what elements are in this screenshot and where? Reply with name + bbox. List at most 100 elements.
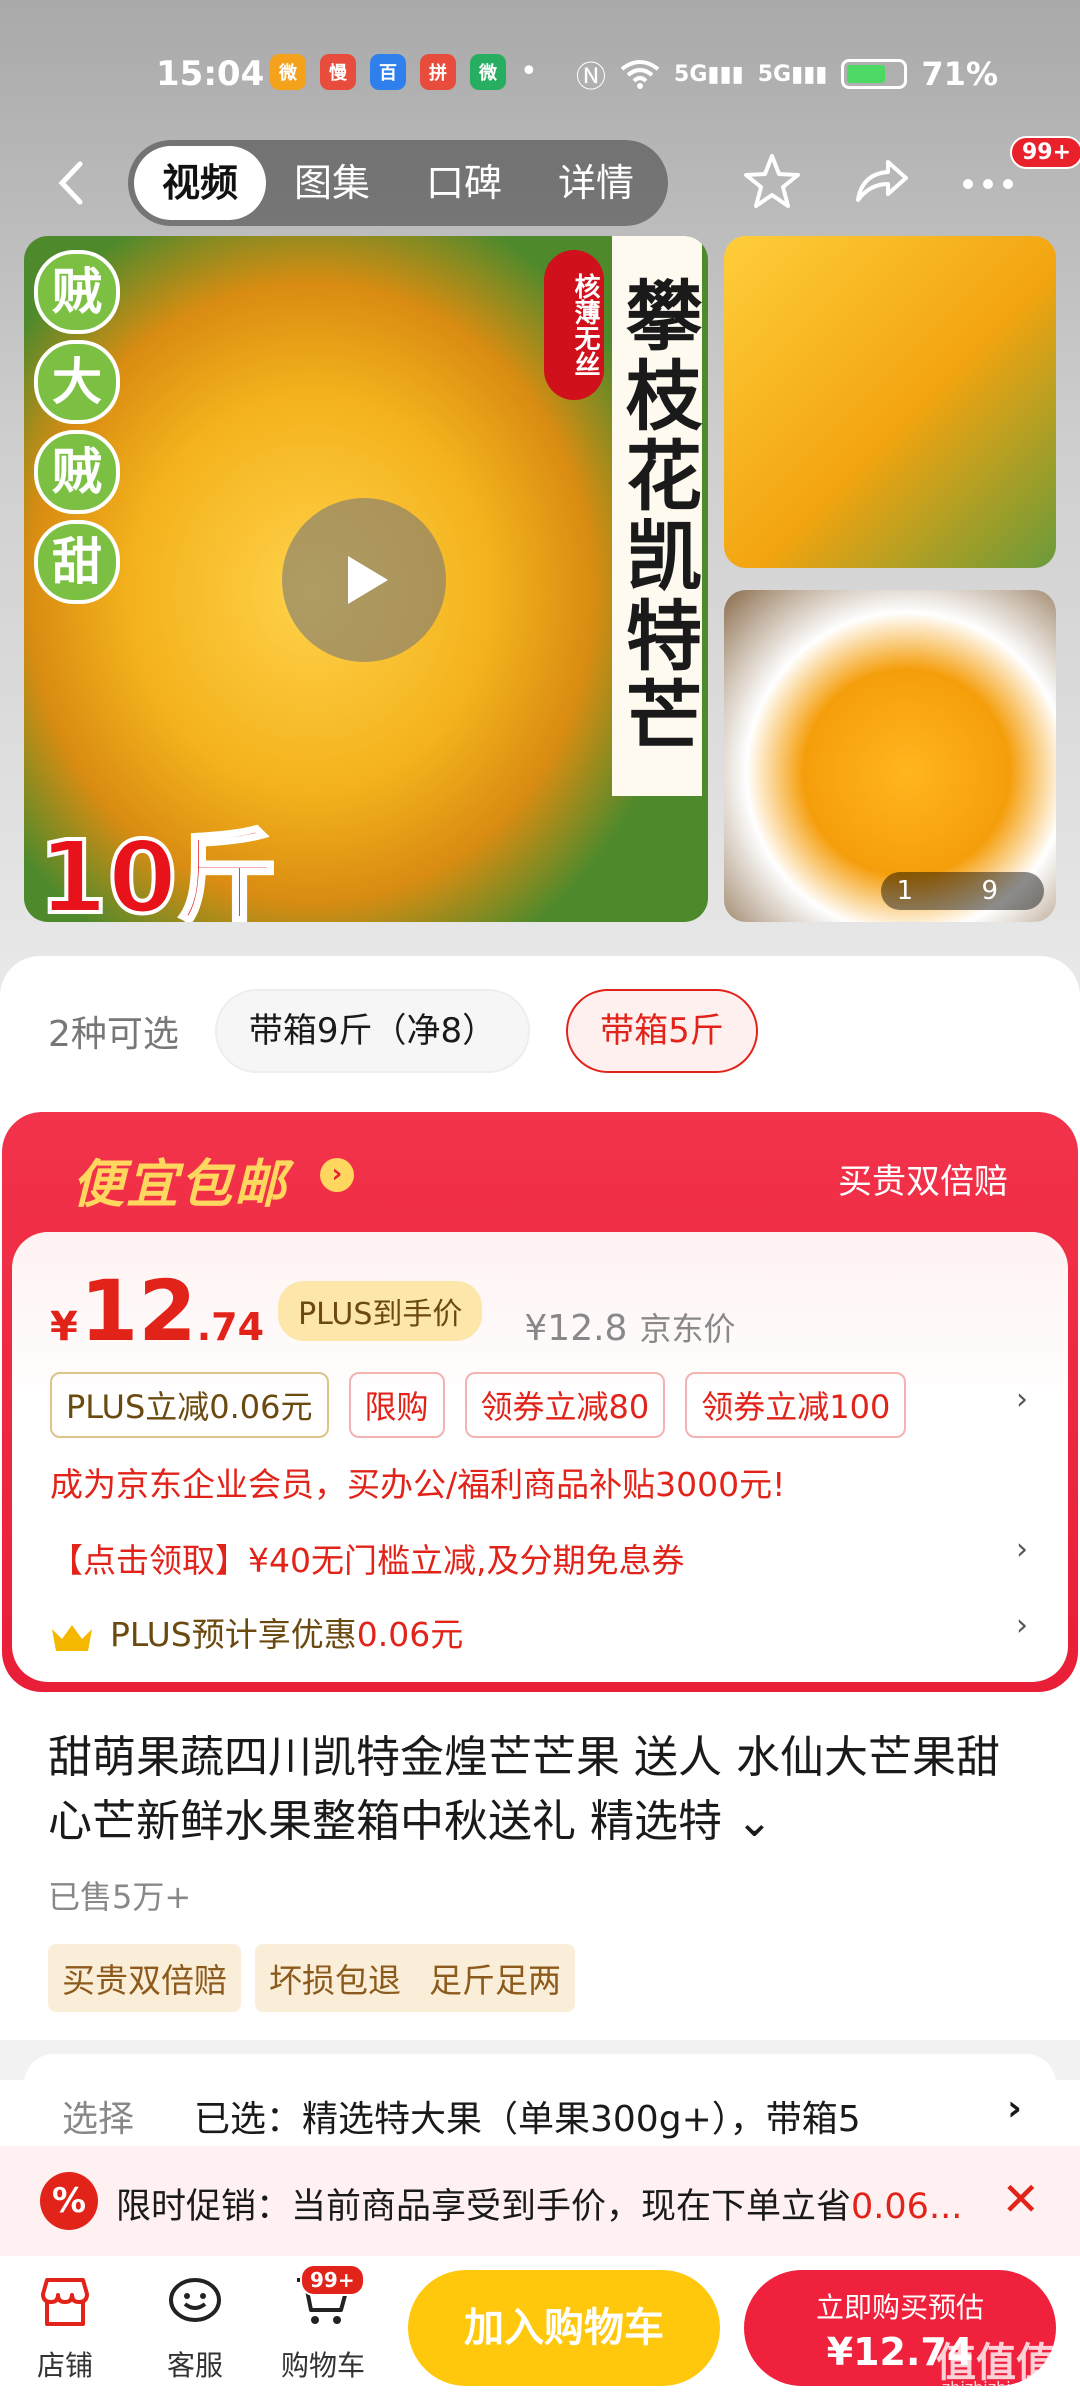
thin-pit-badge: 核薄无丝 bbox=[544, 250, 604, 400]
service-tag: 足斤足两 bbox=[429, 1961, 561, 2000]
badge-char: 贼 bbox=[34, 430, 120, 514]
plus-benefit-text: PLUS预计享优惠 bbox=[110, 1615, 357, 1654]
variant-option[interactable]: 带箱9斤（净8） bbox=[214, 989, 531, 1073]
flash-sale-saving: 0.06... bbox=[851, 2187, 963, 2227]
baidu-icon: 百 bbox=[370, 54, 406, 90]
chevron-right-icon[interactable]: › bbox=[1016, 1382, 1028, 1417]
plus-discount-tag: PLUS立减0.06元 bbox=[50, 1372, 329, 1438]
coupon-claim-line[interactable]: 【点击领取】¥40无门槛立减,及分期免息券 bbox=[50, 1534, 684, 1582]
status-bar: 15:04 微 慢 百 拼 微 • Ⓝ 5G▮▮▮ 5G▮▮▮ 71% bbox=[0, 40, 1080, 110]
signal-5g-icon: 5G▮▮▮ bbox=[757, 61, 828, 87]
promo-panel: 便宜包邮 › 买贵双倍赔 ¥ 12 .74 PLUS到手价 ¥12.8 京东价 … bbox=[2, 1112, 1078, 1692]
page-indicator: 1 9 bbox=[880, 872, 1044, 910]
service-tag-group: 坏损包退 足斤足两 bbox=[255, 1944, 575, 2012]
enterprise-member-line[interactable]: 成为京东企业会员，买办公/福利商品补贴3000元! bbox=[50, 1458, 785, 1506]
bottom-action-bar: 店铺 客服 购物车 99+ 加入购物车 立即购买预估 ¥12.74 bbox=[0, 2256, 1080, 2400]
shop-button[interactable]: 店铺 bbox=[10, 2272, 120, 2384]
tab-details[interactable]: 详情 bbox=[530, 146, 662, 220]
customer-service-button[interactable]: 客服 bbox=[140, 2272, 250, 2384]
discount-tags[interactable]: PLUS立减0.06元 限购 领券立减80 领券立减100 bbox=[50, 1372, 907, 1438]
coupon-tag: 领券立减100 bbox=[685, 1372, 907, 1438]
service-label: 客服 bbox=[166, 2349, 223, 2382]
add-to-cart-button[interactable]: 加入购物车 bbox=[408, 2270, 720, 2386]
selected-spec: 已选：精选特大果（单果300g+），带箱5 bbox=[194, 2099, 861, 2140]
sold-count: 已售5万+ bbox=[48, 1878, 192, 1916]
main-video-thumbnail[interactable]: 贼 大 贼 甜 核薄无丝 攀枝花凯特芒 10斤 bbox=[24, 236, 708, 922]
back-button[interactable] bbox=[46, 156, 100, 210]
star-icon[interactable] bbox=[740, 150, 804, 214]
service-tags[interactable]: 买贵双倍赔 坏损包退 足斤足两 bbox=[48, 1944, 575, 2012]
tab-video[interactable]: 视频 bbox=[134, 146, 266, 220]
battery-level bbox=[847, 65, 886, 83]
product-image-title: 攀枝花凯特芒 bbox=[612, 236, 702, 796]
message-count-badge: 99+ bbox=[1010, 136, 1080, 169]
signal-5g-icon: 5G▮▮▮ bbox=[674, 61, 744, 87]
service-tag: 坏损包退 bbox=[269, 1961, 401, 2000]
select-label: 选择 bbox=[62, 2099, 135, 2140]
weight-label: 10斤 bbox=[36, 817, 279, 922]
variant-option-selected[interactable]: 带箱5斤 bbox=[566, 989, 758, 1073]
expand-icon[interactable]: ⌄ bbox=[736, 1796, 773, 1847]
share-icon[interactable] bbox=[848, 150, 912, 214]
cart-count-badge: 99+ bbox=[300, 2264, 365, 2296]
limit-tag: 限购 bbox=[348, 1372, 445, 1438]
slow-app-icon: 慢 bbox=[320, 54, 356, 90]
price-guarantee-label: 买贵双倍赔 bbox=[838, 1162, 1008, 1202]
service-tag: 买贵双倍赔 bbox=[48, 1944, 241, 2012]
chevron-right-icon[interactable]: › bbox=[1016, 1608, 1028, 1643]
shop-label: 店铺 bbox=[36, 2349, 93, 2382]
tab-gallery[interactable]: 图集 bbox=[266, 146, 398, 220]
play-button[interactable] bbox=[282, 498, 446, 662]
battery-icon bbox=[841, 59, 908, 89]
pinduoduo-icon: 拼 bbox=[420, 54, 456, 90]
promo-title[interactable]: 便宜包邮 bbox=[72, 1142, 288, 1217]
chat-icon bbox=[169, 2278, 221, 2322]
weibo-icon: 微 bbox=[270, 54, 306, 90]
flash-sale-text: 限时促销：当前商品享受到手价，现在下单立省0.06... bbox=[116, 2178, 962, 2229]
product-title[interactable]: 甜萌果蔬四川凯特金煌芒芒果 送人 水仙大芒果甜心芒新鲜水果整箱中秋送礼 精选特 … bbox=[48, 1726, 1038, 1854]
buy-now-label: 立即购买预估 bbox=[815, 2291, 984, 2324]
thumbnail-mango-cubes[interactable]: 1 9 bbox=[724, 590, 1056, 922]
chevron-right-icon: › bbox=[1007, 2088, 1022, 2129]
cart-label: 购物车 bbox=[280, 2349, 365, 2382]
price-integer: 12 bbox=[79, 1262, 197, 1360]
media-tabs: 视频 图集 口碑 详情 bbox=[128, 140, 668, 226]
variant-selector: 2种可选 带箱9斤（净8） 带箱5斤 bbox=[48, 986, 1038, 1076]
plus-price-tag: PLUS到手价 bbox=[278, 1281, 483, 1341]
watermark-url: zhizhizhi.com bbox=[941, 2378, 1050, 2397]
top-nav: 视频 图集 口碑 详情 99+ bbox=[0, 136, 1080, 226]
status-time: 15:04 bbox=[156, 54, 265, 94]
product-gallery: 贼 大 贼 甜 核薄无丝 攀枝花凯特芒 10斤 1 9 bbox=[24, 236, 1056, 922]
price-card: ¥ 12 .74 PLUS到手价 ¥12.8 京东价 PLUS立减0.06元 限… bbox=[12, 1232, 1068, 1682]
chevron-right-icon[interactable]: › bbox=[320, 1158, 354, 1192]
crown-icon bbox=[52, 1624, 92, 1651]
flash-sale-banner[interactable]: % 限时促销：当前商品享受到手价，现在下单立省0.06... ✕ bbox=[0, 2146, 1080, 2256]
plus-benefit-value: 0.06元 bbox=[356, 1615, 464, 1654]
percent-icon: % bbox=[40, 2172, 98, 2230]
currency-symbol: ¥ bbox=[50, 1304, 78, 1350]
thumbnail-cut-mango[interactable] bbox=[724, 236, 1056, 568]
badge-char: 贼 bbox=[34, 250, 120, 334]
back-arrow-icon bbox=[58, 161, 83, 205]
plus-benefit-line[interactable]: PLUS预计享优惠0.06元 bbox=[50, 1608, 463, 1656]
close-icon[interactable]: ✕ bbox=[1001, 2172, 1040, 2226]
jd-price-label: 京东价 bbox=[639, 1310, 736, 1348]
jd-price: ¥12.8 bbox=[524, 1308, 628, 1349]
product-title-text: 甜萌果蔬四川凯特金煌芒芒果 送人 水仙大芒果甜心芒新鲜水果整箱中秋送礼 精选特 bbox=[48, 1732, 1000, 1847]
status-app-icons: 微 慢 百 拼 微 • bbox=[270, 54, 538, 90]
status-indicators: Ⓝ 5G▮▮▮ 5G▮▮▮ 71% bbox=[576, 52, 998, 96]
battery-percent: 71% bbox=[921, 55, 998, 93]
badge-char: 大 bbox=[34, 340, 120, 424]
tab-reviews[interactable]: 口碑 bbox=[398, 146, 530, 220]
price-row: ¥ 12 .74 PLUS到手价 ¥12.8 京东价 bbox=[50, 1262, 735, 1360]
wifi-icon bbox=[620, 60, 660, 89]
sweetness-badge: 贼 大 贼 甜 bbox=[34, 250, 120, 604]
nfc-icon: Ⓝ bbox=[576, 60, 607, 95]
coupon-tag: 领券立减80 bbox=[464, 1372, 666, 1438]
shop-icon bbox=[41, 2278, 89, 2326]
chevron-right-icon[interactable]: › bbox=[1016, 1532, 1028, 1567]
badge-char: 甜 bbox=[34, 520, 120, 604]
price-decimal: .74 bbox=[196, 1305, 265, 1349]
more-icon[interactable] bbox=[956, 150, 1020, 214]
dot-separator-icon: • bbox=[520, 54, 538, 89]
